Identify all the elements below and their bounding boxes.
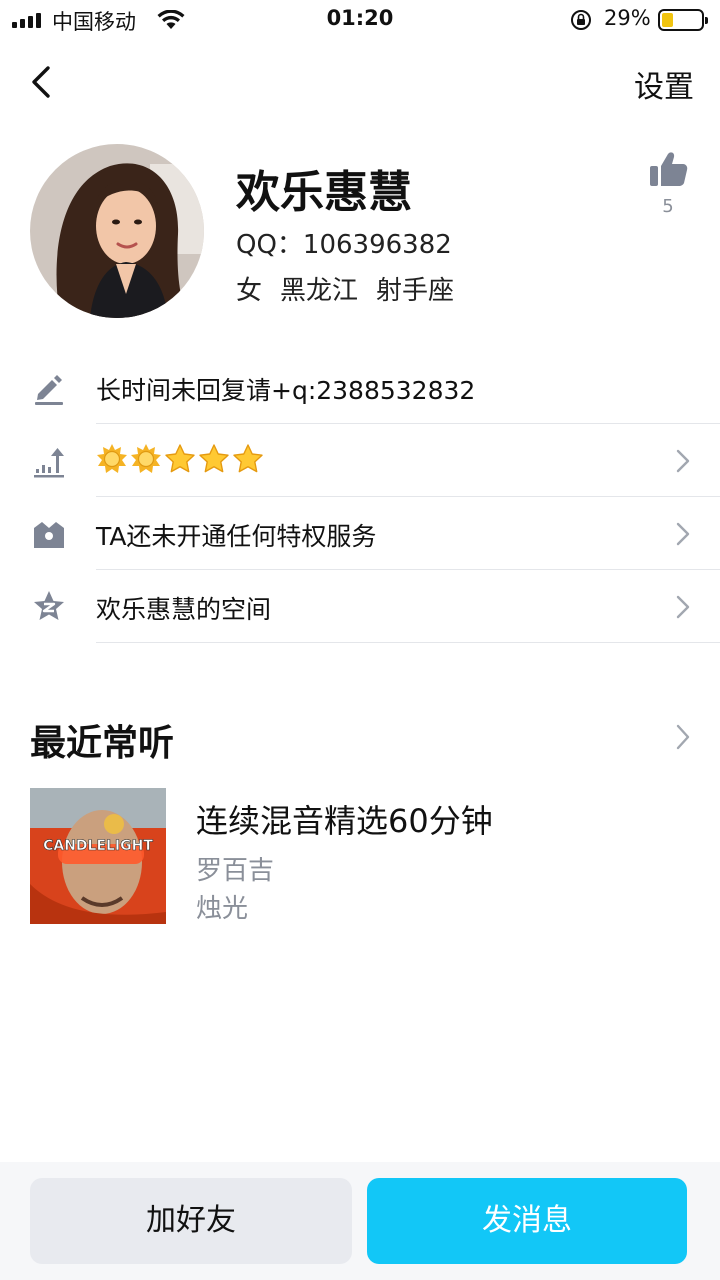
avatar[interactable] [30,144,204,318]
chevron-right-icon [676,449,690,473]
settings-button[interactable]: 设置 [634,62,694,106]
level-up-icon [34,448,64,478]
zodiac-label: 射手座 [376,276,455,306]
battery-percent: 29% [604,6,651,30]
battery-icon [658,9,708,31]
location-label: 黑龙江 [280,276,359,306]
album-cover-text: CANDLELIGHT [43,838,153,854]
back-button[interactable] [24,60,60,104]
profile-meta: 女黑龙江 射手座 [236,270,472,307]
add-friend-button[interactable]: 加好友 [30,1178,352,1264]
level-row[interactable] [0,425,720,497]
qzone-row[interactable]: 欢乐惠慧的空间 [0,571,720,643]
signature-row: 长时间未回复请+q:2388532832 [0,352,720,424]
song-album: 烛光 [196,894,249,924]
album-cover[interactable]: CANDLELIGHT [30,788,166,924]
privilege-row[interactable]: TA还未开通任何特权服务 [0,498,720,570]
send-message-button[interactable]: 发消息 [367,1178,687,1264]
level-badges [96,443,264,477]
song-title[interactable]: 连续混音精选60分钟 [196,796,493,842]
signature-text: 长时间未回复请+q:2388532832 [96,376,476,405]
star-icon [199,444,229,473]
gender-label: 女 [236,276,263,306]
crown-icon [34,522,64,548]
chevron-right-icon[interactable] [676,724,690,750]
star-icon [233,444,263,473]
thumbs-up-icon [650,152,688,186]
chevron-right-icon [676,522,690,546]
status-bar: 中国移动 01:20 29% [0,0,720,40]
sun-icon [131,444,161,473]
star-icon [165,444,195,473]
recent-listened-title[interactable]: 最近常听 [30,714,174,766]
privilege-text: TA还未开通任何特权服务 [96,522,377,551]
profile-name: 欢乐惠慧 [236,167,412,218]
rotation-lock-icon [571,10,591,30]
battery-fill [662,13,673,27]
pencil-icon [35,375,63,405]
chevron-right-icon [676,595,690,619]
qq-number: QQ：106396382 [236,230,452,260]
song-artist: 罗百吉 [196,856,275,886]
bottom-action-bar: 加好友 发消息 [0,1162,720,1280]
like-count: 5 [662,196,674,217]
sun-icon [97,444,127,473]
like-button[interactable]: 5 [644,150,692,220]
qzone-star-icon [34,591,64,620]
qzone-text: 欢乐惠慧的空间 [96,595,272,624]
